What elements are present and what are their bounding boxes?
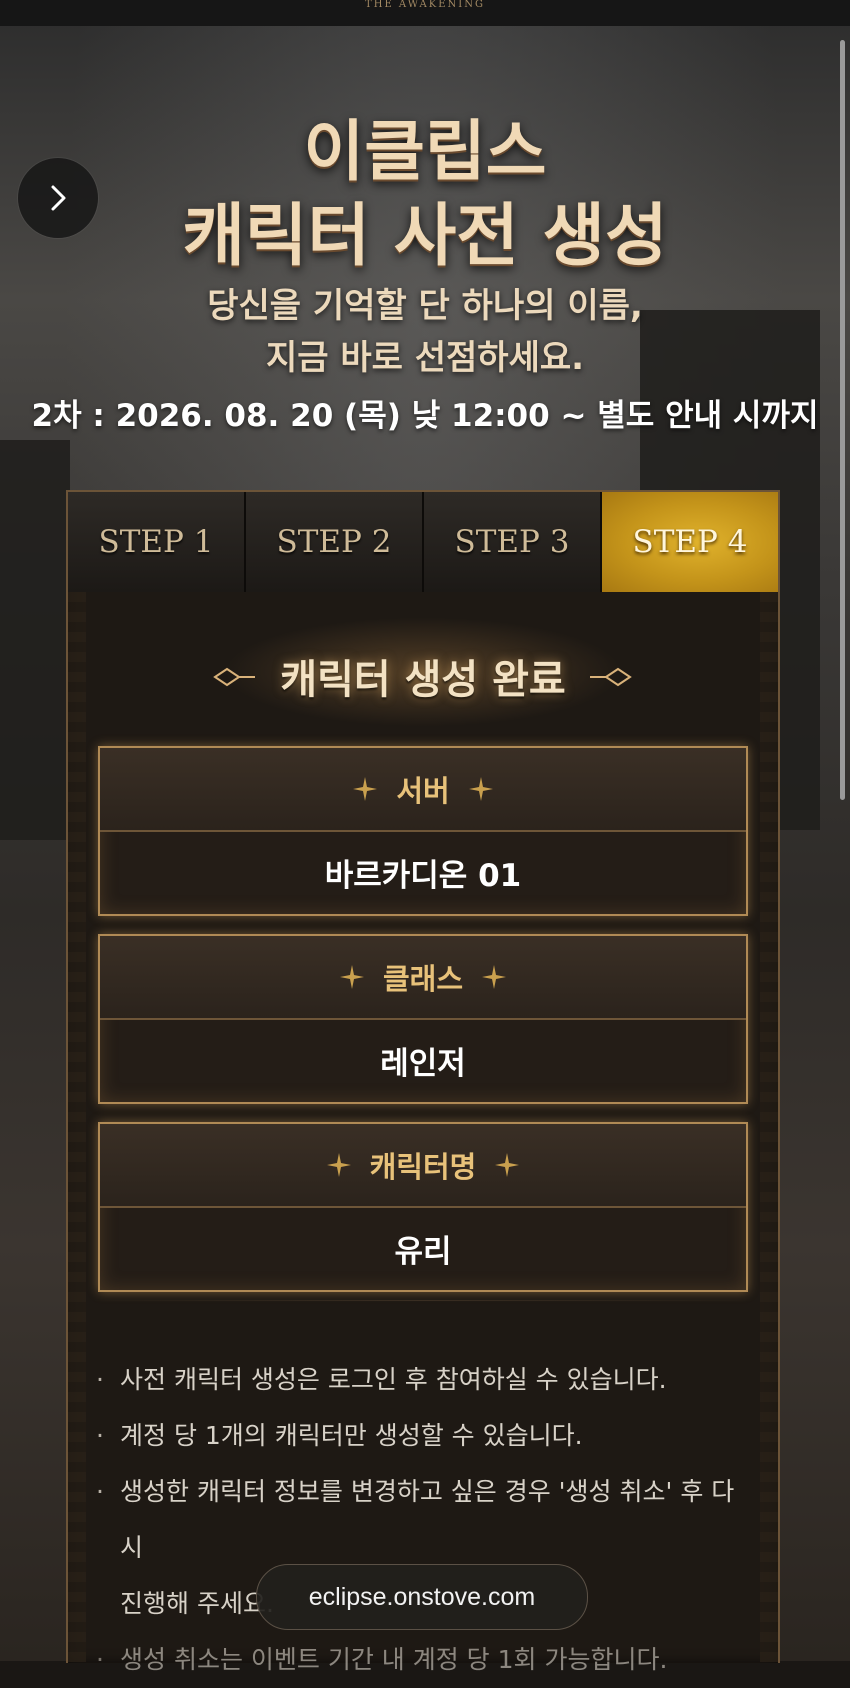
subtitle-line1: 당신을 기억할 단 하나의 이름, bbox=[207, 286, 643, 326]
notice-item: · 생성 취소는 이벤트 기간 내 계정 당 1회 가능합니다. bbox=[96, 1645, 668, 1674]
notice-item: · 사전 캐릭터 생성은 로그인 후 참여하실 수 있습니다. bbox=[96, 1365, 667, 1394]
panel-border-decoration bbox=[760, 592, 778, 1662]
notice-item: · 계정 당 1개의 캐릭터만 생성할 수 있습니다. bbox=[96, 1421, 583, 1450]
notice-list: · 사전 캐릭터 생성은 로그인 후 참여하실 수 있습니다. · 계정 당 1개의… bbox=[96, 1352, 746, 1688]
character-name-card: 캐릭터명 유리 bbox=[98, 1122, 748, 1292]
tab-step-1[interactable]: STEP 1 bbox=[68, 492, 246, 592]
sparkle-icon bbox=[495, 1153, 520, 1177]
class-card: 클래스 레인저 bbox=[98, 934, 748, 1104]
class-label: 클래스 bbox=[382, 962, 464, 996]
creation-panel: STEP 1 STEP 2 STEP 3 STEP 4 캐릭터 생성 완료 서버… bbox=[66, 490, 780, 1674]
panel-border-decoration bbox=[68, 592, 86, 1662]
browser-url-bar[interactable]: eclipse.onstove.com bbox=[256, 1564, 588, 1630]
class-card-header: 클래스 bbox=[100, 936, 746, 1020]
character-name-label: 캐릭터명 bbox=[369, 1150, 477, 1184]
sparkle-icon bbox=[339, 965, 364, 989]
page-title-line2: 캐릭터 사전 생성 bbox=[182, 196, 668, 276]
class-value: 레인저 bbox=[380, 1045, 466, 1082]
section-title: 캐릭터 생성 완료 bbox=[280, 657, 566, 703]
top-bar: THE AWAKENING bbox=[0, 0, 850, 26]
sparkle-icon bbox=[482, 965, 507, 989]
brand-text: THE AWAKENING bbox=[365, 0, 485, 10]
server-card-header: 서버 bbox=[100, 748, 746, 832]
character-name-value: 유리 bbox=[394, 1233, 452, 1270]
notice-item: · 생성한 캐릭터 정보를 변경하고 싶은 경우 '생성 취소' 후 다시 bbox=[96, 1477, 735, 1562]
divider-line bbox=[88, 1300, 758, 1301]
tab-step-2[interactable]: STEP 2 bbox=[246, 492, 424, 592]
character-name-card-header: 캐릭터명 bbox=[100, 1124, 746, 1208]
server-label: 서버 bbox=[396, 774, 450, 808]
event-date: 2차 : 2026. 08. 20 (목) 낮 12:00 ~ 별도 안내 시까… bbox=[31, 398, 819, 434]
ornament-right-icon bbox=[590, 667, 632, 687]
background-ruins bbox=[0, 440, 70, 840]
section-header: 캐릭터 생성 완료 bbox=[68, 607, 778, 727]
server-card: 서버 바르카디온 01 bbox=[98, 746, 748, 916]
server-value: 바르카디온 01 bbox=[324, 857, 522, 894]
step-tabs: STEP 1 STEP 2 STEP 3 STEP 4 bbox=[68, 492, 778, 592]
sparkle-icon bbox=[353, 777, 378, 801]
divider bbox=[68, 1282, 778, 1312]
tab-step-3[interactable]: STEP 3 bbox=[424, 492, 602, 592]
tab-step-4[interactable]: STEP 4 bbox=[602, 492, 778, 592]
sparkle-icon bbox=[468, 777, 493, 801]
subtitle-line2: 지금 바로 선점하세요. bbox=[265, 338, 585, 378]
sparkle-icon bbox=[326, 1153, 351, 1177]
